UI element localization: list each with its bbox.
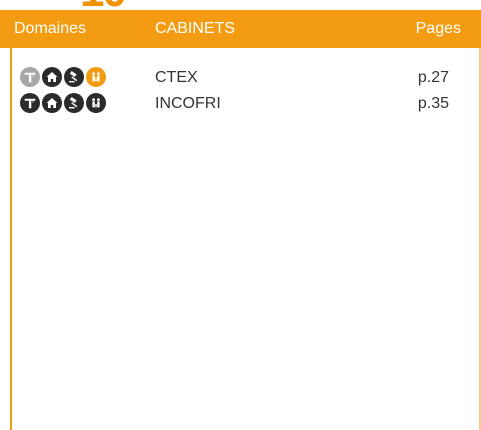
construction-crane-icon — [20, 67, 40, 87]
construction-crane-icon — [20, 93, 40, 113]
header-cabinets: CABINETS — [155, 20, 236, 37]
header-pages: Pages — [415, 20, 461, 37]
family-icon — [86, 93, 106, 113]
header-domaines: Domaines — [14, 20, 87, 37]
page-reference[interactable]: p.27 — [418, 67, 449, 89]
cabinet-name[interactable]: INCOFRI — [155, 93, 221, 115]
gavel-icon — [64, 67, 84, 87]
family-icon — [86, 67, 106, 87]
domain-icons — [20, 93, 106, 115]
domain-icons — [20, 67, 106, 89]
table-row: INCOFRI p.35 — [0, 93, 481, 115]
cabinet-name[interactable]: CTEX — [155, 67, 198, 89]
table-header: Domaines CABINETS Pages — [0, 10, 481, 48]
page-reference[interactable]: p.35 — [418, 93, 449, 115]
table-row: CTEX p.27 — [0, 67, 481, 89]
gavel-icon — [64, 93, 84, 113]
house-icon — [42, 67, 62, 87]
house-icon — [42, 93, 62, 113]
